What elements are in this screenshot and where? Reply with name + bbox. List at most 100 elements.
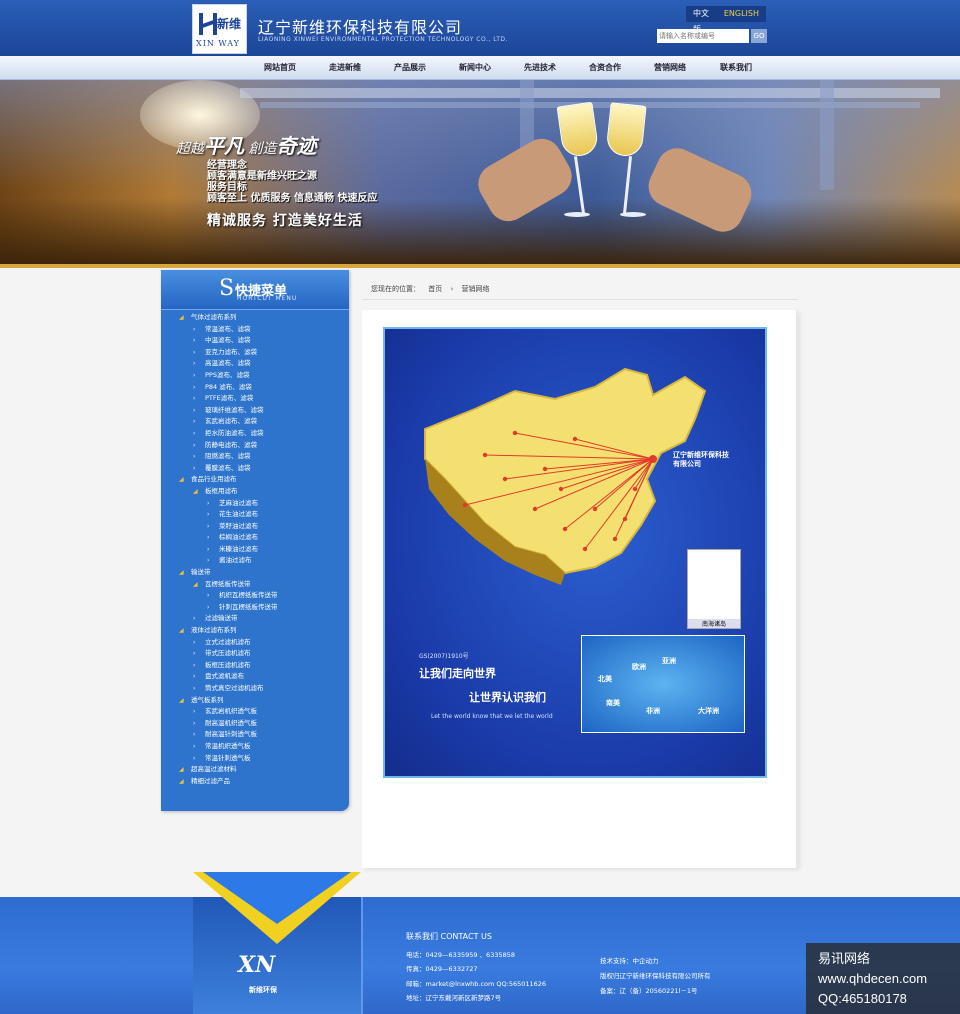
menu-item[interactable]: › 花生油过滤布 bbox=[161, 509, 349, 521]
menu-item[interactable]: › 针刺瓦楞纸板传送带 bbox=[161, 602, 349, 614]
watermark-overlay: 易讯网络 www.qhdecen.com QQ:465180178 bbox=[806, 943, 960, 1014]
chevron-right-icon: › bbox=[193, 395, 196, 403]
triangle-bullet-icon: ◢ bbox=[179, 627, 184, 635]
chevron-right-icon: › bbox=[193, 337, 196, 345]
breadcrumb: 您现在的位置： 首页 › 营销网络 bbox=[371, 285, 490, 293]
breadcrumb-home[interactable]: 首页 bbox=[428, 285, 442, 293]
menu-item[interactable]: › 芝麻油过滤布 bbox=[161, 498, 349, 510]
chevron-right-icon: › bbox=[193, 371, 196, 379]
menu-item[interactable]: ◢ 超高温过滤材料 bbox=[161, 764, 349, 776]
chevron-right-icon: › bbox=[193, 360, 196, 368]
menu-item-label: 覆膜滤布、滤袋 bbox=[205, 463, 251, 472]
menu-item[interactable]: › 拒水防油滤布、滤袋 bbox=[161, 428, 349, 440]
menu-item[interactable]: › 耐高温机织透气板 bbox=[161, 718, 349, 730]
menu-item[interactable]: › 板框压滤机滤布 bbox=[161, 660, 349, 672]
menu-item[interactable]: › 玄武岩滤布、滤袋 bbox=[161, 416, 349, 428]
main-nav: 网站首页 走进新维 产品展示 新闻中心 先进技术 合资合作 营销网络 联系我们 bbox=[0, 56, 960, 80]
nav-marketing[interactable]: 营销网络 bbox=[654, 56, 686, 80]
menu-item[interactable]: › 阻燃滤布、滤袋 bbox=[161, 451, 349, 463]
menu-item[interactable]: ◢ 板框用滤布 bbox=[161, 486, 349, 498]
menu-item[interactable]: › PTFE滤布、滤袋 bbox=[161, 393, 349, 405]
footer-logo-text: 新维环保 bbox=[249, 986, 277, 994]
contact-email[interactable]: 邮箱：market@lnxwhb.com QQ:565011626 bbox=[406, 978, 546, 988]
menu-item[interactable]: › 立式过滤机滤布 bbox=[161, 637, 349, 649]
city-point bbox=[622, 516, 628, 522]
menu-item[interactable]: › 机织瓦楞纸板传送带 bbox=[161, 590, 349, 602]
menu-item-label: 花生油过滤布 bbox=[219, 510, 258, 519]
city-point bbox=[558, 486, 564, 492]
menu-item-label: 防静电滤布、滤袋 bbox=[205, 440, 257, 449]
city-point bbox=[592, 506, 598, 512]
menu-item[interactable]: › 玄武岩机织透气板 bbox=[161, 706, 349, 718]
menu-item[interactable]: › 米糠油过滤布 bbox=[161, 544, 349, 556]
menu-item[interactable]: › 带式压滤机滤布 bbox=[161, 648, 349, 660]
menu-item-label: 透气板系列 bbox=[191, 695, 224, 704]
menu-item[interactable]: ◢ 精细过滤产品 bbox=[161, 776, 349, 788]
search-input[interactable] bbox=[657, 29, 749, 43]
nav-technology[interactable]: 先进技术 bbox=[524, 56, 556, 80]
search-go-button[interactable]: GO bbox=[751, 29, 767, 43]
breadcrumb-current[interactable]: 营销网络 bbox=[462, 285, 490, 293]
menu-item[interactable]: › P84 滤布、滤袋 bbox=[161, 382, 349, 394]
contact-phone: 电话：0429—6335959 、6335858 bbox=[406, 951, 516, 959]
menu-item[interactable]: ◢ 气体过滤布系列 bbox=[161, 312, 349, 324]
triangle-bullet-icon: ◢ bbox=[179, 314, 184, 321]
menu-item-label: 亚克力滤布、滤袋 bbox=[205, 347, 257, 356]
nav-products[interactable]: 产品展示 bbox=[394, 56, 426, 80]
nav-news[interactable]: 新闻中心 bbox=[459, 56, 491, 80]
menu-item-label: 带式压滤机滤布 bbox=[205, 649, 251, 658]
triangle-bullet-icon: ◢ bbox=[193, 580, 198, 588]
shortcut-menu: S 快捷菜单 HORTCUT MENU ◢ 气体过滤布系列 › 常温滤布、滤袋 › 中温滤… bbox=[161, 270, 349, 811]
menu-item[interactable]: › 棕榈油过滤布 bbox=[161, 532, 349, 544]
lang-english-link[interactable]: ENGLISH bbox=[717, 6, 766, 22]
triangle-bullet-icon: ◢ bbox=[193, 487, 198, 495]
menu-item[interactable]: › 盘式滤机滤布 bbox=[161, 671, 349, 683]
chevron-right-icon: › bbox=[207, 511, 210, 519]
menu-item-label: 玻璃纤维滤布、滤袋 bbox=[205, 405, 264, 414]
chevron-right-icon: › bbox=[193, 673, 196, 681]
menu-item[interactable]: ◢ 输送带 bbox=[161, 567, 349, 579]
menu-item[interactable]: › 覆膜滤布、滤袋 bbox=[161, 463, 349, 475]
triangle-bullet-icon: ◢ bbox=[179, 696, 184, 704]
nav-contact[interactable]: 联系我们 bbox=[720, 56, 752, 80]
icp-record[interactable]: 备案：辽（备）20560221l－1号 bbox=[600, 985, 698, 995]
nav-home[interactable]: 网站首页 bbox=[264, 56, 296, 80]
chevron-right-icon: › bbox=[193, 708, 196, 716]
site-logo[interactable]: 新维 XIN WAY bbox=[192, 4, 247, 54]
menu-item[interactable]: › 中温滤布、滤袋 bbox=[161, 335, 349, 347]
menu-item[interactable]: › 玻璃纤维滤布、滤袋 bbox=[161, 405, 349, 417]
menu-item[interactable]: ◢ 食品行业用滤布 bbox=[161, 474, 349, 486]
menu-item-label: 耐高温机织透气板 bbox=[205, 718, 257, 727]
map-approval-code: GS(2007)1910号 bbox=[419, 653, 469, 660]
menu-item[interactable]: › PPS滤布、滤袋 bbox=[161, 370, 349, 382]
menu-item[interactable]: › 常温针刺透气板 bbox=[161, 753, 349, 765]
menu-item[interactable]: › 防静电滤布、滤袋 bbox=[161, 440, 349, 452]
menu-item[interactable]: › 酱油过滤布 bbox=[161, 555, 349, 567]
menu-item[interactable]: ◢ 瓦楞纸板传送带 bbox=[161, 579, 349, 591]
menu-item[interactable]: › 筒式真空过滤机滤布 bbox=[161, 683, 349, 695]
continent-label: 大洋洲 bbox=[698, 707, 719, 715]
nav-about[interactable]: 走进新维 bbox=[329, 56, 361, 80]
menu-item-label: 棕榈油过滤布 bbox=[219, 533, 258, 542]
menu-item[interactable]: › 过滤输送带 bbox=[161, 613, 349, 625]
menu-item[interactable]: › 常温机织透气板 bbox=[161, 741, 349, 753]
chevron-right-icon: › bbox=[207, 603, 210, 611]
logo-cn-text: 新维 bbox=[217, 17, 242, 31]
menu-item-label: 液体过滤布系列 bbox=[191, 626, 237, 635]
contact-title: 联系我们 CONTACT US bbox=[406, 932, 492, 941]
triangle-bullet-icon: ◢ bbox=[179, 476, 184, 484]
menu-item[interactable]: › 高温滤布、滤袋 bbox=[161, 358, 349, 370]
menu-item[interactable]: › 耐高温针刺透气板 bbox=[161, 729, 349, 741]
menu-item-label: 食品行业用滤布 bbox=[191, 475, 237, 484]
triangle-bullet-icon: ◢ bbox=[179, 766, 184, 774]
menu-item[interactable]: ◢ 液体过滤布系列 bbox=[161, 625, 349, 637]
menu-item-label: 盘式滤机滤布 bbox=[205, 672, 244, 681]
chevron-right-icon: › bbox=[193, 742, 196, 750]
menu-item[interactable]: › 常温滤布、滤袋 bbox=[161, 324, 349, 336]
menu-item[interactable]: ◢ 透气板系列 bbox=[161, 695, 349, 707]
menu-item[interactable]: › 亚克力滤布、滤袋 bbox=[161, 347, 349, 359]
menu-item[interactable]: › 菜籽油过滤布 bbox=[161, 521, 349, 533]
menu-item-label: 高温滤布、滤袋 bbox=[205, 359, 251, 368]
nav-cooperation[interactable]: 合资合作 bbox=[589, 56, 621, 80]
lang-chinese-link[interactable]: 中文版 bbox=[686, 6, 717, 34]
